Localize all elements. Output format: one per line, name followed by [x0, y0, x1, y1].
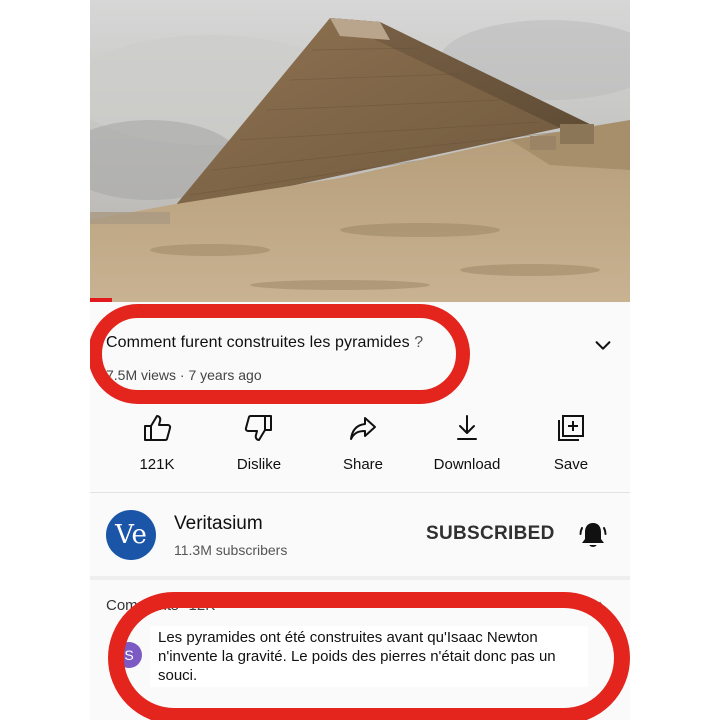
comments-count: 12K: [188, 597, 216, 614]
video-title[interactable]: Comment furent construites les pyramides…: [106, 334, 423, 352]
video-title-suffix: ?: [409, 334, 424, 351]
channel-avatar[interactable]: Ve: [106, 510, 156, 560]
top-comment-text: Les pyramides ont été construites avant …: [150, 626, 588, 687]
download-icon: [457, 415, 477, 440]
commenter-avatar[interactable]: S: [116, 642, 142, 668]
section-divider: [90, 576, 630, 580]
divider: [90, 492, 630, 493]
subscribed-button[interactable]: SUBSCRIBED: [426, 523, 555, 545]
video-thumbnail[interactable]: [90, 0, 630, 302]
dislike-label: Dislike: [236, 456, 282, 473]
youtube-app: Comment furent construites les pyramides…: [90, 0, 630, 720]
video-action-bar: 121K Dislike Share Download Save: [90, 408, 630, 478]
chevron-down-icon[interactable]: [592, 334, 614, 356]
share-label: Share: [342, 456, 384, 473]
share-button[interactable]: Share: [318, 408, 408, 473]
save-label: Save: [553, 456, 589, 473]
channel-name[interactable]: Veritasium: [174, 513, 263, 535]
pyramid-image: [90, 0, 630, 302]
comments-header[interactable]: Comments 12K: [106, 597, 215, 614]
thumbs-up-icon: [144, 415, 172, 441]
video-views-and-age: 7.5M views · 7 years ago: [106, 367, 262, 383]
video-title-text: Comment furent construites les pyramides: [106, 334, 410, 351]
comments-label: Comments: [106, 597, 179, 614]
notification-bell-icon[interactable]: [576, 518, 610, 552]
video-progress-bar[interactable]: [90, 298, 112, 302]
like-count: 121K: [139, 456, 175, 473]
thumbs-down-icon: [244, 415, 272, 441]
red-highlight-title: [90, 304, 470, 404]
add-to-playlist-icon: [558, 415, 584, 441]
download-label: Download: [433, 456, 501, 473]
like-button[interactable]: 121K: [112, 408, 202, 473]
share-arrow-icon: [350, 417, 376, 440]
download-button[interactable]: Download: [422, 408, 512, 473]
save-button[interactable]: Save: [526, 408, 616, 473]
dislike-button[interactable]: Dislike: [214, 408, 304, 473]
expand-comments-icon[interactable]: [590, 596, 610, 616]
subscriber-count: 11.3M subscribers: [174, 542, 288, 558]
